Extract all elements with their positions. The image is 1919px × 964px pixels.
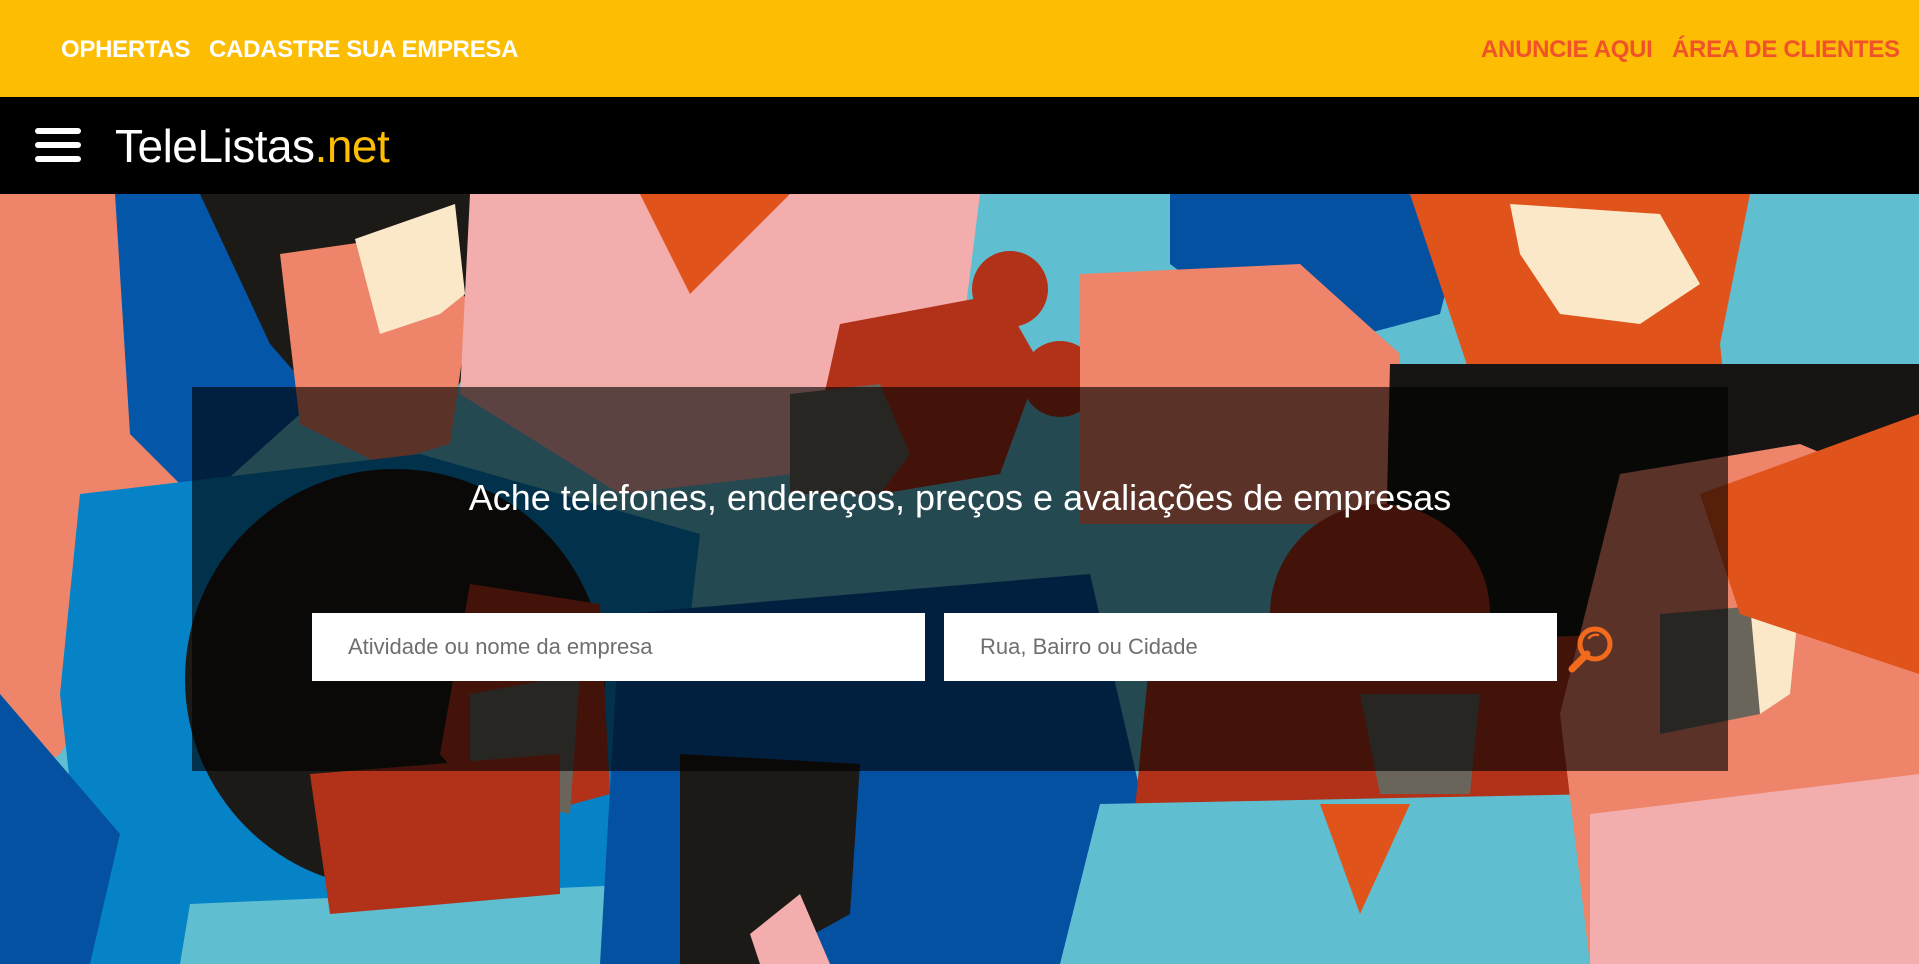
activity-search-input[interactable] (312, 613, 925, 681)
search-panel: Ache telefones, endereços, preços e aval… (192, 387, 1728, 771)
logo-main-text: TeleListas (115, 120, 315, 172)
site-header: TeleListas.net (0, 97, 1919, 194)
nav-link-ophertas[interactable]: OPHERTAS (61, 36, 190, 64)
top-nav-bar: OPHERTAS CADASTRE SUA EMPRESA ANUNCIE AQ… (0, 0, 1919, 97)
hero-headline: Ache telefones, endereços, preços e aval… (468, 477, 1452, 518)
location-search-input[interactable] (944, 613, 1557, 681)
magnifier-search-icon (1568, 626, 1613, 673)
hero-section: Ache telefones, endereços, preços e aval… (0, 194, 1919, 964)
nav-link-anuncie-aqui[interactable]: ANUNCIE AQUI (1481, 36, 1653, 64)
logo-tld-text: .net (314, 120, 390, 172)
hamburger-menu-icon[interactable] (35, 128, 81, 162)
page: OPHERTAS CADASTRE SUA EMPRESA ANUNCIE AQ… (0, 0, 1919, 964)
nav-link-cadastre-empresa[interactable]: CADASTRE SUA EMPRESA (209, 36, 518, 64)
nav-link-area-clientes[interactable]: ÁREA DE CLIENTES (1672, 36, 1900, 64)
search-button[interactable] (1564, 622, 1618, 676)
site-logo[interactable]: TeleListas.net (115, 120, 390, 172)
